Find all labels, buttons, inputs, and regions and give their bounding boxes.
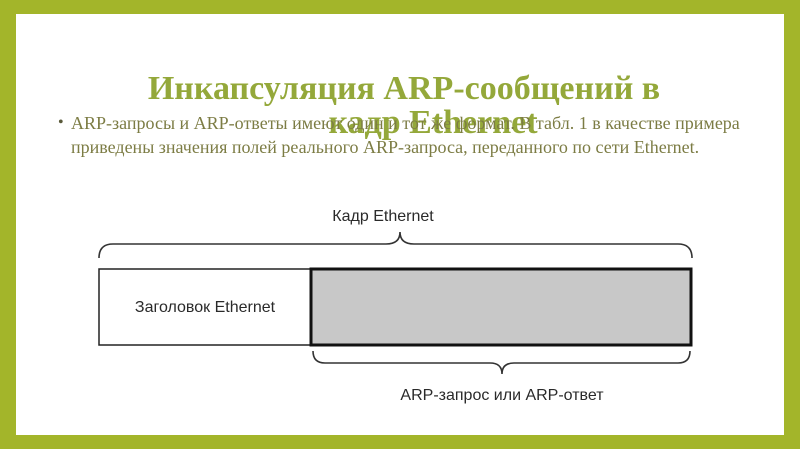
frame-label: Кадр Ethernet xyxy=(332,208,434,225)
frame-brace xyxy=(98,231,693,259)
arp-payload-label: ARP-запрос или ARP-ответ xyxy=(400,387,604,404)
slide: Инкапсуляция ARP-сообщений в кадр Ethern… xyxy=(16,14,784,435)
payload-brace xyxy=(312,350,691,375)
arp-payload-box xyxy=(309,267,693,347)
ethernet-header-label: Заголовок Ethernet xyxy=(135,299,276,316)
frame-diagram: Кадр Ethernet Заголовок Ethernet ARP-зап… xyxy=(98,208,693,404)
